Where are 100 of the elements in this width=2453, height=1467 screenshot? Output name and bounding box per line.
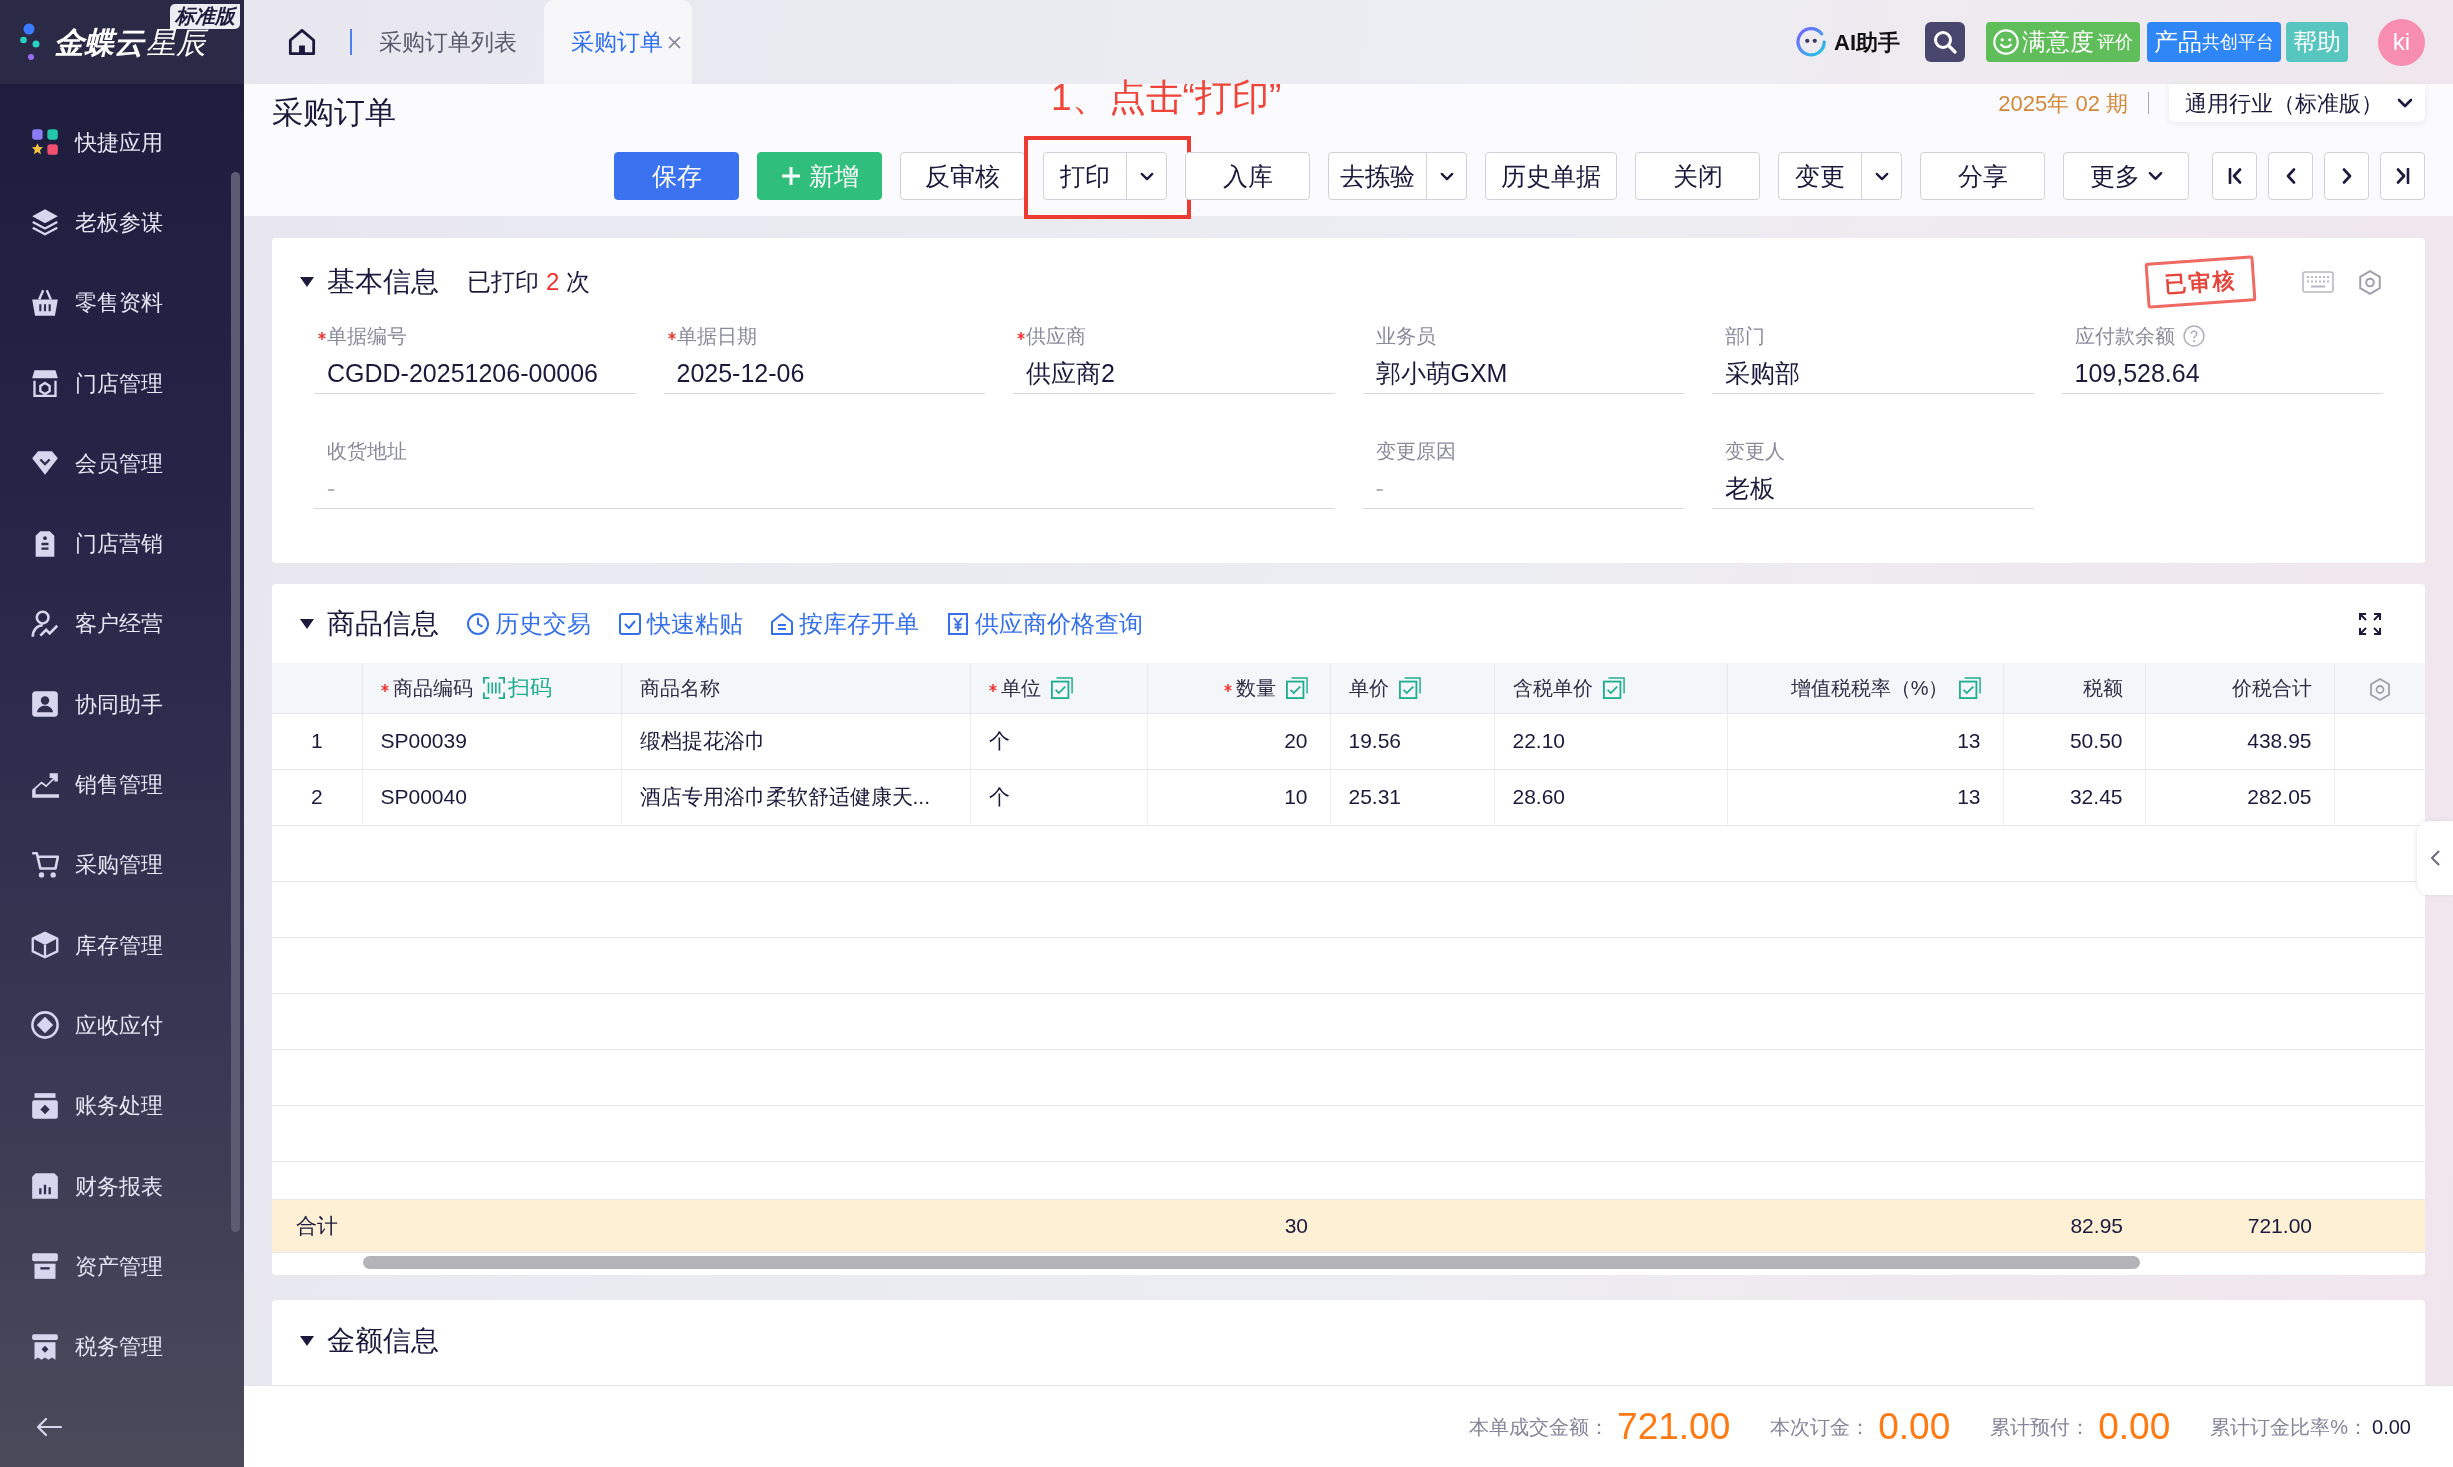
- sidebar-scrollbar[interactable]: [231, 172, 240, 1232]
- sidebar-item[interactable]: 客户经营: [0, 583, 244, 665]
- toolbar-button[interactable]: 分享: [1920, 152, 2045, 200]
- input-field[interactable]: 109,528.64: [2061, 354, 2383, 394]
- fullscreen-icon[interactable]: [2359, 612, 2381, 635]
- field-label: 收货地址: [327, 439, 407, 464]
- tab[interactable]: 采购订单: [544, 0, 692, 84]
- checkbox-icon: [619, 612, 641, 635]
- sidebar-item[interactable]: 协同助手: [0, 664, 244, 745]
- settings-icon[interactable]: [2359, 269, 2381, 295]
- pager-button[interactable]: [2268, 152, 2313, 200]
- sidebar-item[interactable]: 零售资料: [0, 262, 244, 343]
- checkbox-stack-icon[interactable]: [1050, 676, 1073, 699]
- sidebar-item[interactable]: 税务管理: [0, 1306, 244, 1387]
- cube-icon: [31, 931, 59, 960]
- table-cell: 28.60: [1494, 769, 1727, 825]
- clock-icon: [467, 612, 489, 635]
- help-icon[interactable]: [2182, 325, 2205, 347]
- input-field[interactable]: -: [1362, 469, 1684, 509]
- sidebar-item[interactable]: 门店管理: [0, 342, 244, 424]
- total-value: 721.00: [2247, 1213, 2312, 1237]
- sidebar-item[interactable]: 资产管理: [0, 1226, 244, 1307]
- field-label: 应付款余额: [2074, 324, 2175, 349]
- field-label: 业务员: [1375, 324, 1436, 349]
- input-field[interactable]: CGDD-20251206-00006: [314, 354, 636, 394]
- toolbar-button[interactable]: 打印: [1043, 152, 1127, 200]
- table-cell: 13: [1727, 713, 2003, 769]
- toolbar-button[interactable]: 变更: [1778, 152, 1862, 200]
- field-label: 变更人: [1725, 439, 1785, 464]
- caret-down-icon[interactable]: [300, 277, 314, 287]
- home-icon[interactable]: [288, 28, 316, 56]
- row-number: 1: [272, 713, 362, 769]
- sidebar-item[interactable]: 财务报表: [0, 1145, 244, 1227]
- table-cell: 个: [970, 713, 1147, 769]
- caret-down-icon[interactable]: [300, 1336, 314, 1346]
- summary-value: 0.00: [2098, 1404, 2171, 1449]
- toolbar-button[interactable]: 更多: [2063, 152, 2189, 200]
- checkbox-stack-icon[interactable]: [1958, 676, 1981, 699]
- action-link[interactable]: 供应商价格查询: [947, 605, 1143, 642]
- column-header: 单位: [1000, 675, 1041, 701]
- sidebar-item[interactable]: 账务处理: [0, 1065, 244, 1146]
- arrow-left-icon[interactable]: [36, 1417, 62, 1437]
- sidebar-item[interactable]: 库存管理: [0, 904, 244, 986]
- input-field[interactable]: 老板: [1712, 469, 2034, 509]
- dropdown-toggle[interactable]: [1126, 152, 1167, 200]
- sidebar-item[interactable]: 采购管理: [0, 824, 244, 905]
- sidebar-item[interactable]: 销售管理: [0, 744, 244, 825]
- column-header: 数量: [1235, 675, 1276, 701]
- last-page-icon: [2395, 168, 2410, 184]
- toolbar-button[interactable]: 去拣验: [1328, 152, 1427, 200]
- action-link[interactable]: 历史交易: [467, 605, 591, 642]
- cart-icon: [31, 850, 59, 879]
- toolbar-button[interactable]: 入库: [1185, 152, 1310, 200]
- logo-icon: [20, 23, 42, 61]
- input-field[interactable]: 供应商2: [1013, 354, 1335, 394]
- keyboard-icon[interactable]: [2302, 271, 2334, 293]
- sidebar-item[interactable]: 门店营销: [0, 503, 244, 584]
- panel-toggle-button[interactable]: [2417, 821, 2453, 895]
- column-header: 增值税税率（%）: [1790, 675, 1949, 701]
- dropdown-toggle[interactable]: [1426, 152, 1467, 200]
- action-link[interactable]: 按库存开单: [771, 605, 919, 642]
- close-icon[interactable]: [668, 35, 681, 49]
- section-title: 商品信息: [327, 606, 439, 641]
- status-stamp: 已审核: [2144, 255, 2257, 309]
- ai-assistant-button[interactable]: AI助手: [1796, 25, 1900, 59]
- input-field[interactable]: 2025-12-06: [663, 354, 985, 394]
- search-icon: [1933, 30, 1957, 54]
- checkbox-stack-icon[interactable]: [1285, 676, 1308, 699]
- checkbox-stack-icon[interactable]: [1602, 676, 1625, 699]
- horizontal-scrollbar[interactable]: [363, 1255, 2140, 1269]
- input-field[interactable]: 采购部: [1712, 354, 2034, 394]
- input-field[interactable]: 郭小萌GXM: [1362, 354, 1684, 394]
- sidebar-item[interactable]: 快捷应用: [0, 102, 244, 183]
- checkbox-stack-icon[interactable]: [1398, 676, 1421, 699]
- sidebar-item[interactable]: 老板参谋: [0, 182, 244, 263]
- sidebar-item[interactable]: 应收应付: [0, 985, 244, 1066]
- table-cell: 50.50: [2003, 713, 2145, 769]
- tab[interactable]: 采购订单列表: [379, 0, 517, 84]
- sidebar-item[interactable]: 会员管理: [0, 423, 244, 504]
- toolbar-button[interactable]: 关闭: [1635, 152, 1760, 200]
- pager-button[interactable]: [2380, 152, 2425, 200]
- toolbar-button[interactable]: 保存: [614, 152, 739, 200]
- pager-button[interactable]: [2212, 152, 2257, 200]
- search-button[interactable]: [1925, 22, 1965, 62]
- column-header: 税额: [2082, 675, 2123, 701]
- column-settings-icon[interactable]: [2369, 677, 2390, 701]
- pager-button[interactable]: [2324, 152, 2369, 200]
- column-header: 商品编码: [392, 675, 473, 701]
- caret-down-icon[interactable]: [300, 618, 314, 629]
- toolbar-button[interactable]: 反审核: [900, 152, 1025, 200]
- table-cell: 32.45: [2003, 769, 2145, 825]
- co-creation-button[interactable]: 产品共创平台: [2147, 22, 2281, 62]
- action-link[interactable]: 快速粘贴: [619, 605, 743, 642]
- archive-icon: [31, 1252, 59, 1281]
- first-page-icon: [2227, 168, 2242, 184]
- toolbar-button[interactable]: 历史单据: [1485, 152, 1617, 200]
- field-label: 单据编号: [327, 324, 407, 349]
- input-field[interactable]: -: [314, 469, 1335, 509]
- industry-dropdown[interactable]: 通用行业（标准版）: [2169, 84, 2425, 122]
- dropdown-toggle[interactable]: [1861, 152, 1902, 200]
